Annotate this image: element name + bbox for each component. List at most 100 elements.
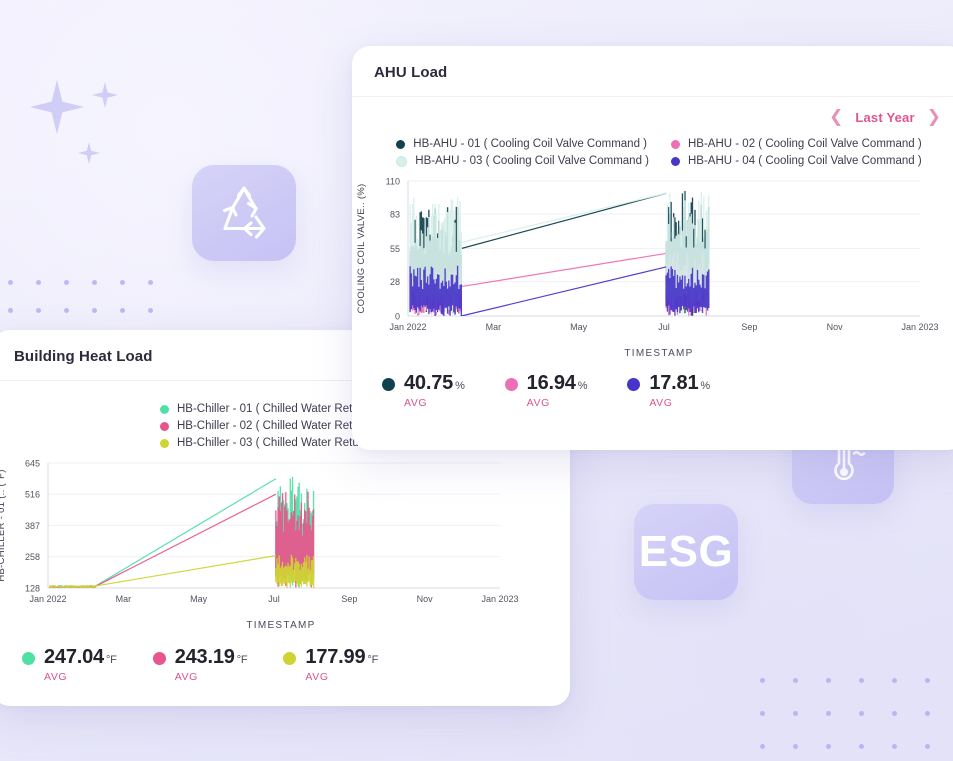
ahu-card-header: AHU Load	[352, 46, 953, 97]
recycle-tile	[192, 165, 296, 261]
stat-value: 16.94%	[526, 372, 588, 394]
legend-color-swatch	[160, 404, 169, 414]
legend-item[interactable]: HB-AHU - 04 ( Cooling Coil Valve Command…	[671, 155, 922, 167]
stat-item: 243.19 °F AVG	[152, 646, 248, 683]
stat-item: 40.75% AVG	[382, 373, 465, 409]
y-axis-tick-label: 387	[25, 521, 40, 531]
series-group	[409, 190, 710, 316]
legend-item[interactable]: HB-AHU - 01 ( Cooling Coil Valve Command…	[396, 138, 649, 150]
x-axis-tick-label: Sep	[741, 322, 757, 332]
sparkle-icon	[92, 82, 118, 108]
dot-grid-left	[8, 280, 176, 336]
stat-label: AVG	[404, 397, 428, 409]
x-axis-tick-label: Jan 2023	[481, 594, 518, 604]
grid-dot	[793, 678, 798, 683]
x-axis-tick-label: Nov	[827, 322, 844, 332]
ahu-card-title: AHU Load	[374, 64, 448, 81]
stat-unit: °F	[367, 654, 379, 666]
heat-chart: HB-CHILLER - 01 (.. (°F) 128 258 387 516 645 J…	[0, 449, 570, 632]
y-axis-tick-label: 83	[390, 210, 400, 220]
legend-item[interactable]: HB-AHU - 03 ( Cooling Coil Valve Command…	[396, 155, 649, 167]
x-axis-tick-label: Jan 2022	[389, 322, 426, 332]
stat-color-dot	[627, 378, 641, 391]
esg-label: ESG	[638, 527, 734, 576]
stat-unit: %	[455, 380, 465, 392]
legend-color-swatch	[671, 139, 680, 149]
x-axis-tick-label: Mar	[486, 322, 502, 332]
legend-label: HB-AHU - 04 ( Cooling Coil Valve Command…	[688, 155, 922, 167]
x-axis-tick-label: Jul	[658, 322, 670, 332]
y-axis-tick-label: 55	[390, 244, 400, 254]
y-axis-tick-label: 258	[25, 552, 40, 562]
stat-unit: %	[700, 380, 710, 392]
x-axis-tick-label: Jan 2022	[29, 594, 66, 604]
stat-value: 17.81%	[649, 372, 710, 394]
legend-label: HB-AHU - 01 ( Cooling Coil Valve Command…	[413, 138, 647, 150]
grid-dot	[760, 744, 765, 749]
legend-item[interactable]: HB-AHU - 02 ( Cooling Coil Valve Command…	[671, 138, 922, 150]
stat-color-dot	[22, 652, 35, 665]
ahu-chart-legend: HB-AHU - 01 ( Cooling Coil Valve Command…	[352, 132, 953, 167]
stat-label: AVG	[305, 671, 329, 683]
y-axis-title: HB-CHILLER - 01 (.. (°F)	[0, 469, 7, 581]
grid-dot	[859, 744, 864, 749]
grid-dot	[826, 711, 831, 716]
grid-dot	[120, 280, 125, 285]
heat-chart-plot: HB-CHILLER - 01 (.. (°F) 128 258 387 516 645 J…	[0, 459, 519, 605]
grid-dot	[148, 280, 153, 285]
grid-dot	[120, 308, 125, 313]
stat-value: 247.04 °F	[44, 646, 117, 668]
ahu-chart: COOLING COIL VALVE.. (%) 0 28 55 83 110 Jan 20…	[352, 167, 953, 360]
chevron-left-icon[interactable]: ❮	[826, 107, 846, 128]
ahu-chart-plot: COOLING COIL VALVE.. (%) 0 28 55 83 110 Jan 20…	[356, 177, 939, 333]
stat-label: AVG	[174, 671, 198, 683]
stat-unit: °F	[105, 654, 117, 666]
y-axis-tick-label: 645	[25, 459, 40, 469]
grid-dot	[859, 678, 864, 683]
legend-color-swatch	[160, 438, 169, 448]
esg-tile: ESG	[634, 504, 738, 600]
grid-dot	[793, 711, 798, 716]
y-axis-tick-label: 0	[395, 312, 400, 322]
series-trend-line	[94, 493, 277, 588]
grid-dot	[925, 744, 930, 749]
series-trend-line	[461, 192, 667, 250]
stat-item: 16.94% AVG	[504, 372, 588, 409]
grid-dot	[826, 744, 831, 749]
grid-dot	[92, 308, 97, 313]
y-axis-tick-label: 128	[25, 584, 40, 594]
legend-color-swatch	[671, 156, 680, 166]
y-axis-tick-label: 28	[390, 277, 400, 287]
period-label[interactable]: Last Year	[855, 110, 914, 125]
grid-dot	[64, 280, 69, 285]
chevron-right-icon[interactable]: ❯	[924, 107, 944, 128]
stat-unit: %	[577, 380, 588, 392]
stat-value: 177.99 °F	[305, 646, 379, 668]
grid-dot	[859, 711, 864, 716]
x-axis-tick-label: May	[570, 322, 588, 332]
recycle-icon	[222, 186, 266, 239]
grid-dot	[826, 678, 831, 683]
x-axis-tick-label: Mar	[116, 594, 132, 604]
legend-color-swatch	[396, 139, 406, 149]
stat-label: AVG	[649, 397, 673, 409]
sparkle-icon	[30, 80, 84, 134]
grid-dot	[925, 711, 930, 716]
stat-item: 247.04 °F AVG	[22, 647, 117, 683]
grid-dot	[36, 308, 41, 313]
stat-color-dot	[382, 378, 395, 391]
heat-chart-x-axis-title: TIMESTAMP	[246, 620, 316, 631]
stat-value: 243.19 °F	[174, 646, 248, 668]
stat-unit: °F	[236, 654, 248, 666]
x-axis-tick-label: Jan 2023	[901, 322, 938, 332]
grid-dot	[92, 280, 97, 285]
dashboard-stage: ESG Building Heat Load HB-Chiller - 01 (…	[0, 0, 953, 761]
grid-dot	[760, 711, 765, 716]
ahu-period-selector[interactable]: ❮ Last Year ❯	[352, 97, 953, 128]
legend-color-swatch	[160, 421, 169, 431]
stat-item: 17.81% AVG	[627, 373, 710, 409]
grid-dot	[8, 308, 13, 313]
ahu-load-card: AHU Load ❮ Last Year ❯ HB-AHU - 01 ( Coo…	[352, 46, 953, 450]
sparkle-icon	[78, 142, 100, 164]
legend-label: HB-AHU - 02 ( Cooling Coil Valve Command…	[688, 138, 922, 150]
